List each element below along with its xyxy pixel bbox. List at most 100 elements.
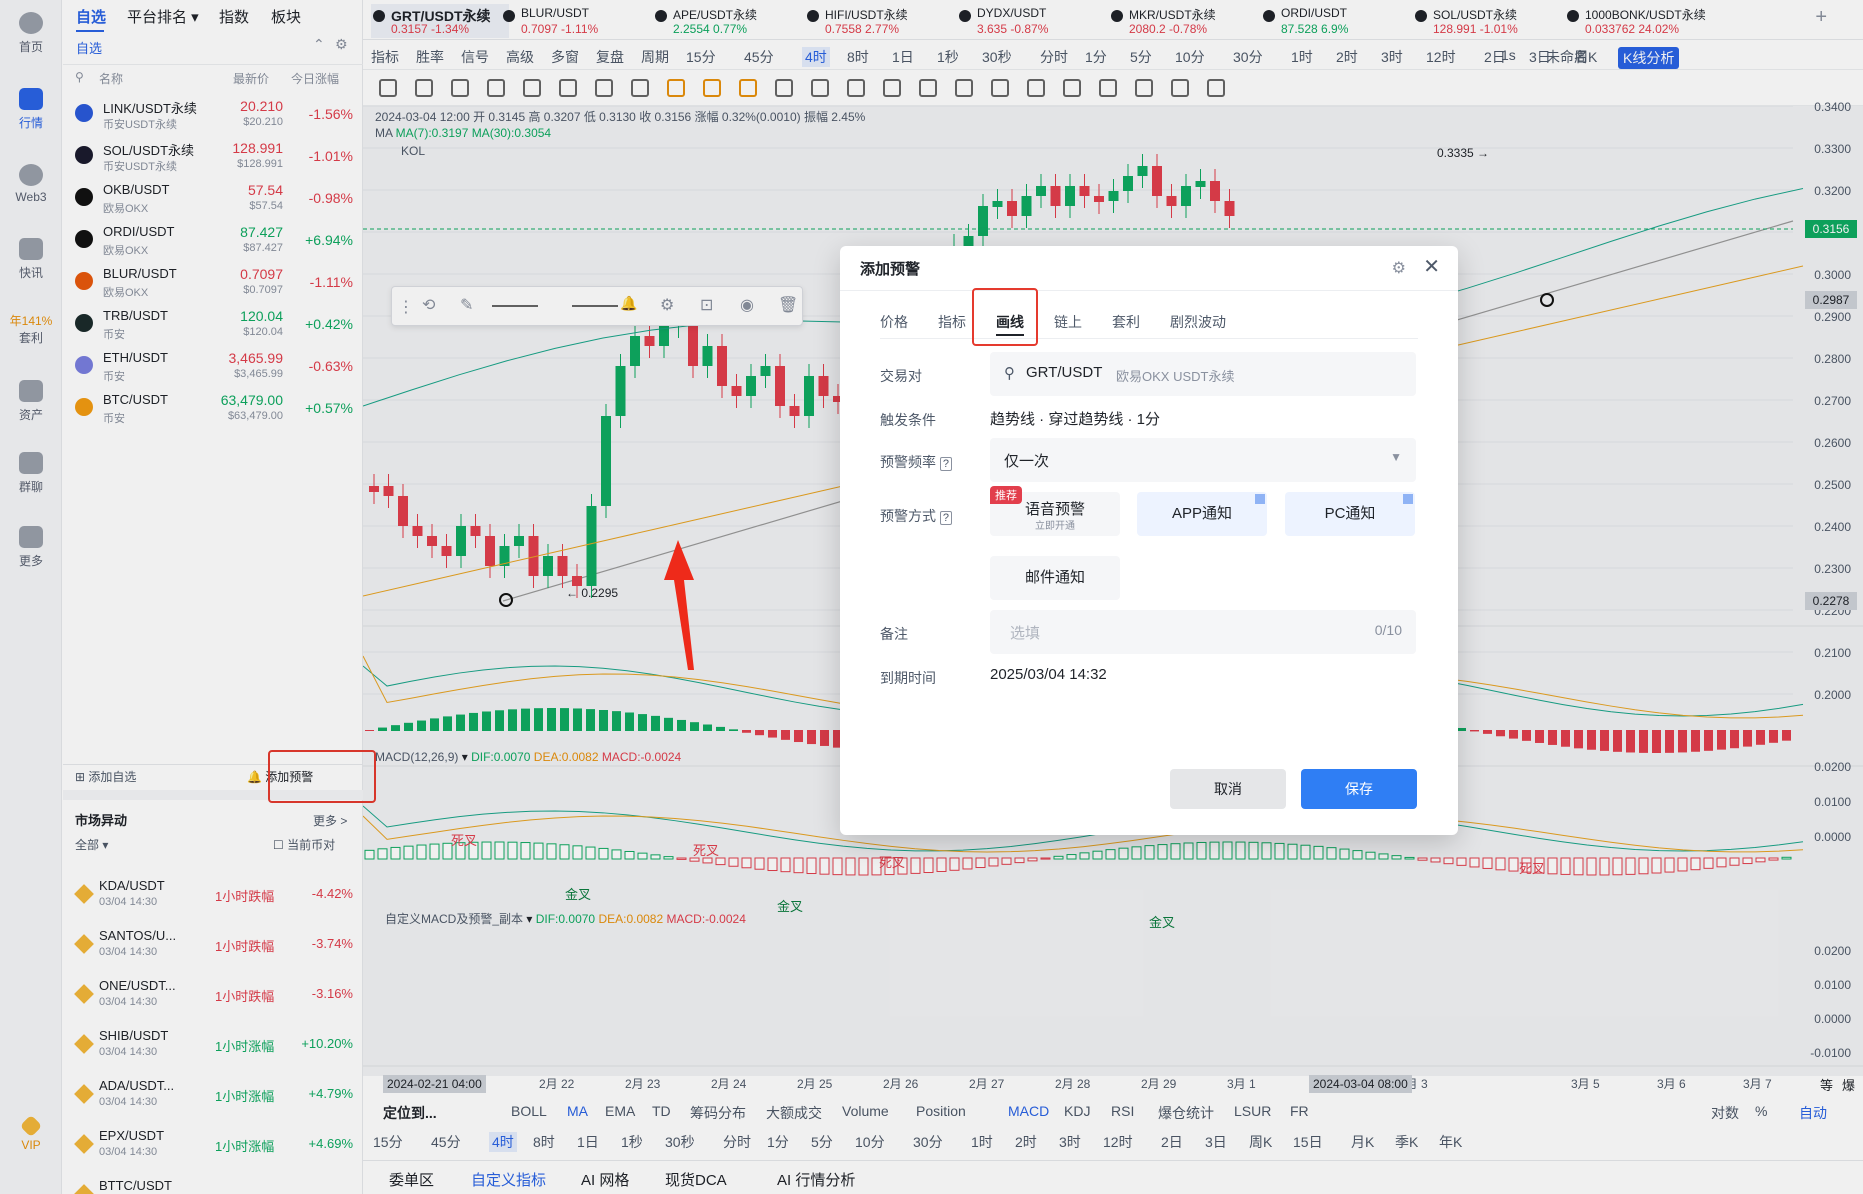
toolbar-item[interactable]: 胜率 [416,47,444,67]
timeframe-item[interactable]: 4时 [489,1132,517,1152]
timeframe-item[interactable]: 周K [1249,1132,1272,1152]
line-style-select[interactable] [572,305,618,307]
app-notify-option[interactable]: APP通知 [1137,492,1267,536]
timeframe-item[interactable]: 月K [1351,1132,1374,1152]
draw-tool-icon[interactable] [1207,79,1225,97]
draw-tool-icon[interactable] [1027,79,1045,97]
rail-news[interactable]: 快讯 [0,238,62,281]
scale-toggle[interactable]: 对数 [1711,1103,1739,1123]
timeframe-item[interactable]: 5分 [811,1132,833,1152]
settings-icon[interactable]: ⚙ [335,36,348,53]
bottom-tab[interactable]: 委单区 [389,1169,434,1190]
indicator-item[interactable]: BOLL [511,1103,547,1119]
rail-market[interactable]: 行情 [0,88,62,131]
watch-row[interactable]: BTC/USDT 币安 63,479.00 $63,479.00 +0.57% [63,384,363,434]
toolbar-item[interactable]: 12时 [1426,47,1456,67]
toolbar-item[interactable]: 1s [1501,47,1516,63]
timeframe-item[interactable]: 年K [1439,1132,1462,1152]
timeframe-item[interactable]: 分时 [723,1132,751,1152]
tab-indicator[interactable]: 指标 [938,312,966,332]
indicator-item[interactable]: TD [652,1103,671,1119]
ticker-tab[interactable]: BLUR/USDT 0.7097 -1.11% [501,4,653,38]
indicator-item[interactable]: EMA [605,1103,635,1119]
tab-ranking[interactable]: 平台排名 ▾ [127,6,199,27]
toolbar-item[interactable]: 10分 [1175,47,1205,67]
toolbar-item[interactable]: 未命名 [1546,47,1588,67]
toolbar-item[interactable]: 1日 [892,47,914,67]
rail-more[interactable]: 更多 [0,526,62,569]
drag-handle-icon[interactable]: ⋮ [398,297,414,317]
template-icon[interactable]: ⟲ [422,295,435,315]
draw-tool-icon[interactable] [487,79,505,97]
indicator-item[interactable]: RSI [1111,1103,1134,1119]
toolbar-item[interactable]: 30分 [1233,47,1263,67]
tab-price[interactable]: 价格 [880,312,908,332]
timeframe-item[interactable]: 8时 [533,1132,555,1152]
toolbar-item[interactable]: 45分 [744,47,774,67]
draw-tool-icon[interactable] [1099,79,1117,97]
timeframe-item[interactable]: 12时 [1103,1132,1133,1152]
timeframe-item[interactable]: 2日 [1161,1132,1183,1152]
pc-notify-option[interactable]: PC通知 [1285,492,1415,536]
tab-drawing[interactable]: 画线 [996,312,1024,332]
group-name[interactable]: 自选 [76,38,102,57]
filter-all[interactable]: 全部 ▾ [75,836,108,853]
toolbar-item[interactable]: 3时 [1381,47,1403,67]
tab-watchlist[interactable]: 自选 [76,6,106,27]
draw-tool-icon[interactable] [883,79,901,97]
scale-toggle[interactable]: 自动 [1799,1103,1827,1123]
ticker-tab[interactable]: 1000BONK/USDT永续 0.033762 24.02% [1565,4,1717,38]
toolbar-item[interactable]: 5分 [1130,47,1152,67]
toolbar-item[interactable]: K线分析 [1618,47,1680,69]
draw-tool-icon[interactable] [451,79,469,97]
note-input[interactable]: 选填 0/10 [990,610,1416,654]
rail-assets[interactable]: 资产 [0,380,62,423]
timeframe-item[interactable]: 1日 [577,1132,599,1152]
toolbar-item[interactable]: 信号 [461,47,489,67]
tab-volatility[interactable]: 剧烈波动 [1170,312,1226,332]
bottom-tab[interactable]: 自定义指标 [471,1169,546,1190]
market-row[interactable]: ONE/USDT... 03/04 14:30 1小时跌幅 -3.16% [63,970,363,1020]
tab-sector[interactable]: 板块 [271,6,301,27]
indicator-item[interactable]: MA [567,1103,588,1119]
tab-index[interactable]: 指数 [219,6,249,27]
toolbar-item[interactable]: 指标 [371,47,399,67]
timeframe-item[interactable]: 1秒 [621,1132,643,1152]
toolbar-item[interactable]: 1时 [1291,47,1313,67]
market-row[interactable]: ADA/USDT... 03/04 14:30 1小时涨幅 +4.79% [63,1070,363,1120]
ticker-tab[interactable]: ORDI/USDT 87.528 6.9% [1261,4,1413,38]
rail-arbitrage[interactable]: 年141% 套利 [0,312,62,346]
bottom-tab[interactable]: 现货DCA [665,1169,727,1190]
market-row[interactable]: EPX/USDT 03/04 14:30 1小时涨幅 +4.69% [63,1120,363,1170]
toolbar-item[interactable]: 多窗 [551,47,579,67]
draw-tool-icon[interactable] [379,79,397,97]
draw-tool-icon[interactable] [523,79,541,97]
ticker-tab[interactable]: SOL/USDT永续 128.991 -1.01% [1413,4,1565,38]
indicator-item[interactable]: Volume [842,1103,889,1119]
toolbar-item[interactable]: 分时 [1040,47,1068,67]
timeframe-item[interactable]: 3时 [1059,1132,1081,1152]
axis-button[interactable]: 等 [1820,1075,1833,1094]
add-watch-button[interactable]: ⊞ 添加自选 [75,768,136,785]
pen-color-icon[interactable]: ✎ [460,295,473,315]
rail-home[interactable]: 首页 [0,12,62,55]
market-row[interactable]: SHIB/USDT 03/04 14:30 1小时涨幅 +10.20% [63,1020,363,1070]
toolbar-item[interactable]: 周期 [641,47,669,67]
lock-icon[interactable]: ⊡ [700,295,713,315]
tab-arbitrage[interactable]: 套利 [1112,312,1140,332]
draw-tool-icon[interactable] [415,79,433,97]
eye-icon[interactable]: ◉ [740,295,754,315]
line-width-select[interactable] [492,305,538,307]
draw-tool-icon[interactable] [1171,79,1189,97]
tab-onchain[interactable]: 链上 [1054,312,1082,332]
help-icon[interactable]: ? [939,457,953,471]
toolbar-item[interactable]: 1分 [1085,47,1107,67]
draw-tool-icon[interactable] [703,79,721,97]
draw-tool-icon[interactable] [1135,79,1153,97]
expire-value[interactable]: 2025/03/04 14:32 [990,666,1107,683]
ticker-tab[interactable]: APE/USDT永续 2.2554 0.77% [653,4,805,38]
draw-tool-icon[interactable] [847,79,865,97]
toolbar-item[interactable]: 15分 [686,47,716,67]
draw-tool-icon[interactable] [595,79,613,97]
market-more-link[interactable]: 更多 > [313,812,347,829]
